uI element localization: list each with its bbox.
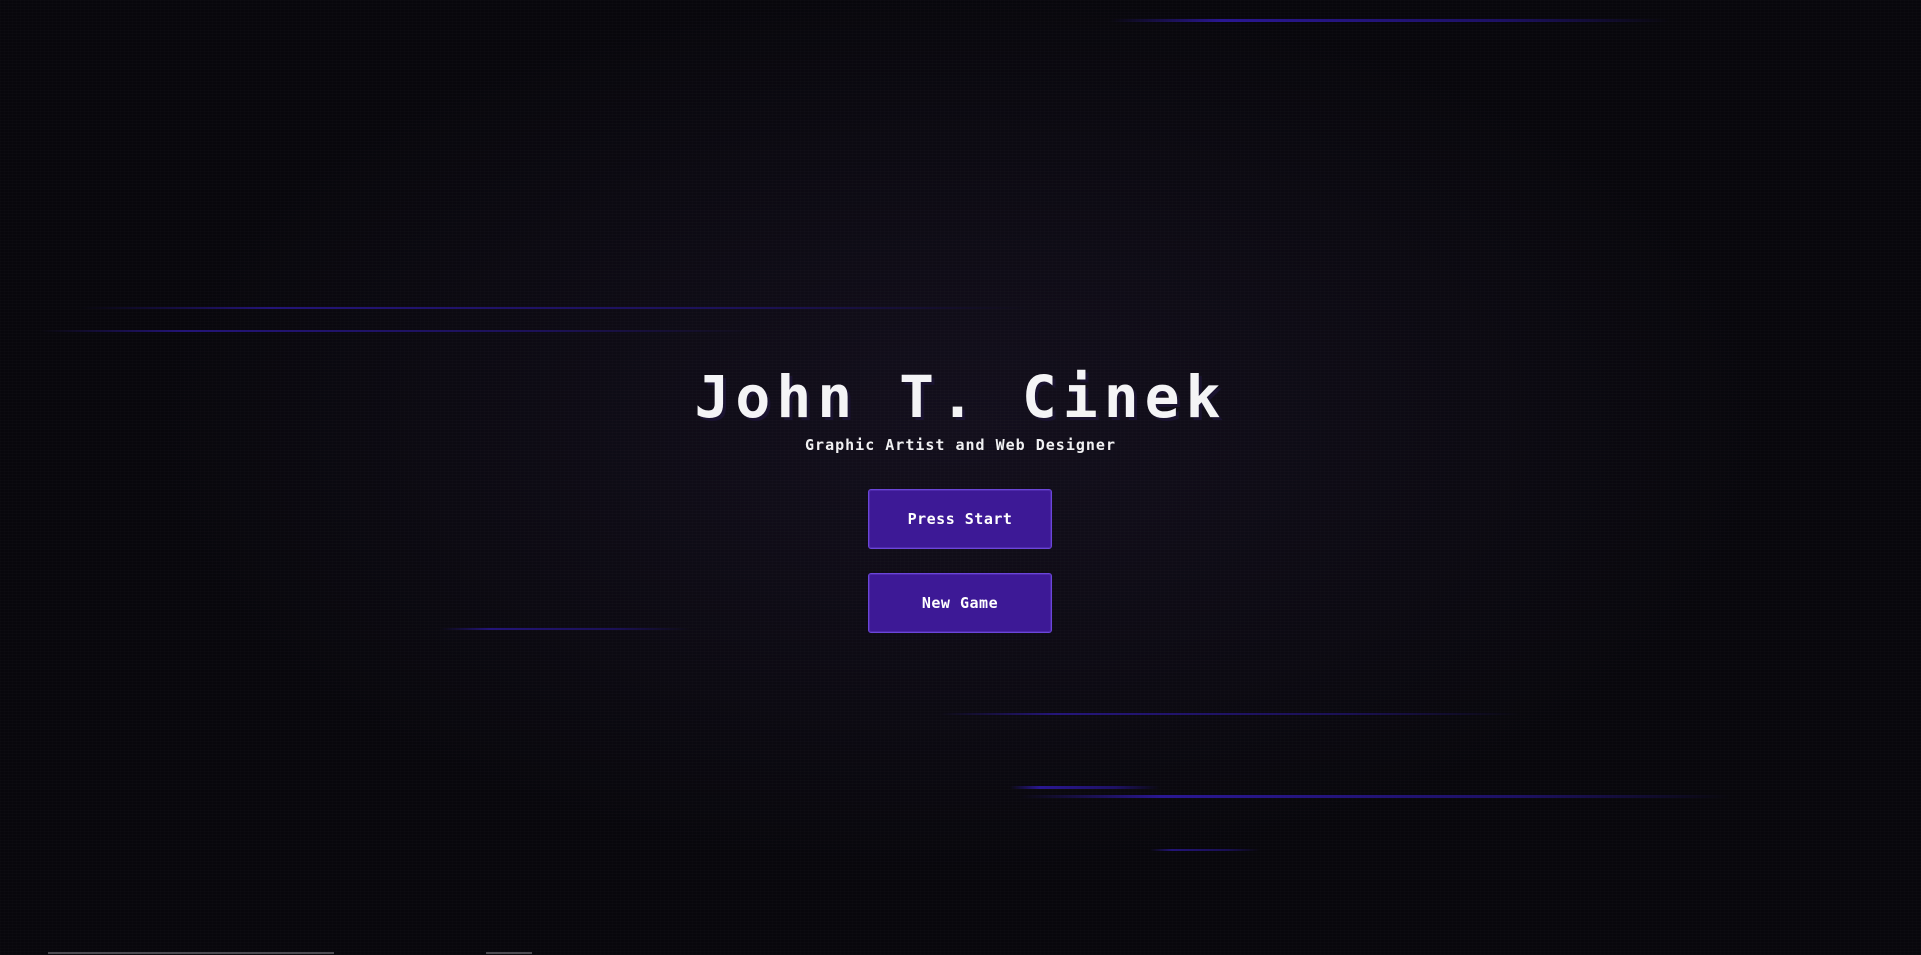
static-noise-overlay xyxy=(0,0,1921,955)
crt-screen-background: John T. Cinek Graphic Artist and Web Des… xyxy=(0,0,1921,955)
page-title: John T. Cinek xyxy=(694,363,1227,431)
glitch-line xyxy=(80,307,1030,309)
glitch-line xyxy=(1010,786,1160,789)
bottom-scan-line xyxy=(486,952,532,954)
press-start-button[interactable]: Press Start xyxy=(868,489,1052,549)
new-game-button[interactable]: New Game xyxy=(868,573,1052,633)
glitch-line xyxy=(1150,849,1260,851)
glitch-line xyxy=(440,628,690,630)
page-subtitle: Graphic Artist and Web Designer xyxy=(805,436,1116,454)
glitch-line xyxy=(940,713,1520,715)
bottom-scan-line xyxy=(48,952,334,954)
glitch-line xyxy=(1110,19,1670,22)
title-screen: John T. Cinek Graphic Artist and Web Des… xyxy=(0,362,1921,454)
glitch-line xyxy=(1020,795,1730,798)
glitch-line xyxy=(40,330,760,332)
